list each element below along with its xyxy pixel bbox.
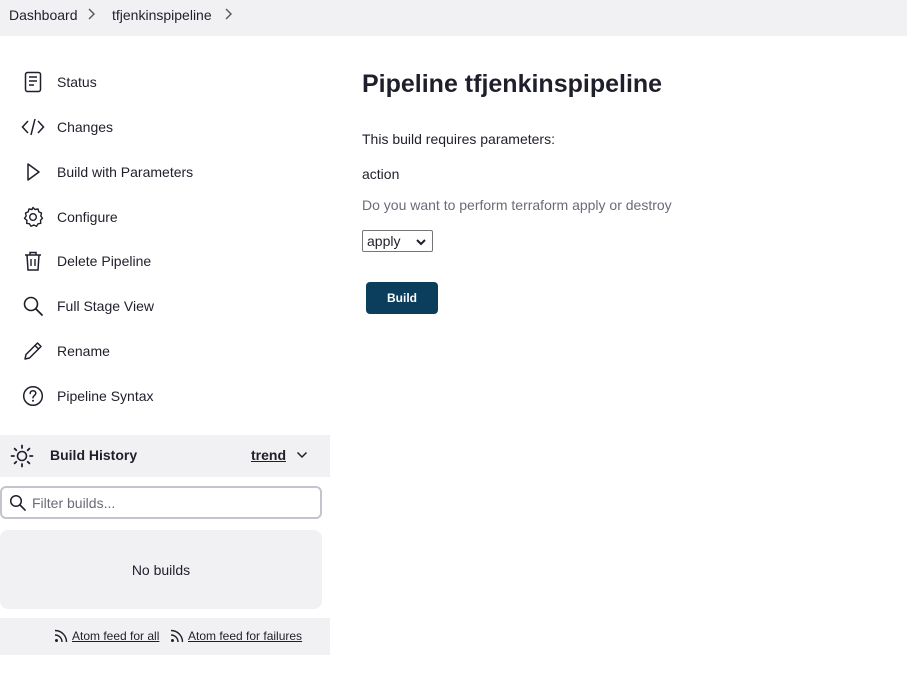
sidebar-item-label: Rename (57, 343, 110, 359)
sidebar-item-delete-pipeline[interactable]: Delete Pipeline (16, 243, 316, 279)
sidebar-item-label: Configure (57, 209, 118, 225)
breadcrumb-dashboard[interactable]: Dashboard (9, 7, 78, 23)
search-icon (9, 494, 26, 511)
sidebar-item-label: Pipeline Syntax (57, 388, 154, 404)
rss-icon (54, 629, 68, 643)
page-title: Pipeline tfjenkinspipeline (362, 70, 663, 98)
build-button[interactable]: Build (366, 282, 438, 314)
no-builds-text: No builds (131, 561, 191, 578)
chevron-right-icon[interactable] (86, 6, 98, 22)
sidebar-item-full-stage-view[interactable]: Full Stage View (16, 288, 316, 324)
breadcrumb-pipeline[interactable]: tfjenkinspipeline (112, 7, 212, 23)
atom-feed-all-link[interactable]: Atom feed for all (54, 629, 159, 643)
sidebar-item-pipeline-syntax[interactable]: Pipeline Syntax (16, 378, 316, 414)
sidebar-item-label: Changes (57, 119, 114, 135)
no-builds-panel: No builds (0, 530, 322, 609)
sidebar-item-changes[interactable]: Changes (16, 109, 316, 145)
chevron-right-icon[interactable] (223, 6, 235, 22)
params-intro-text: This build requires parameters: (362, 131, 555, 147)
trash-icon (16, 249, 50, 273)
pencil-icon (16, 339, 50, 363)
parameter-description: Do you want to perform terraform apply o… (362, 197, 672, 213)
filter-builds-input[interactable] (32, 494, 312, 511)
atom-feeds-bar: Atom feed for all Atom feed for failures (0, 618, 330, 655)
sidebar-item-label: Status (57, 74, 97, 90)
sidebar-item-label: Full Stage View (57, 298, 155, 314)
sidebar-item-label: Build with Parameters (57, 164, 194, 180)
search-icon (16, 294, 50, 318)
parameter-name: action (362, 166, 400, 182)
build-history-icon (10, 444, 34, 468)
sidebar-item-label: Delete Pipeline (57, 253, 152, 269)
breadcrumb: Dashboard tfjenkinspipeline (0, 0, 907, 36)
gear-icon (16, 205, 50, 229)
build-history-header: Build History trend (0, 435, 330, 477)
filter-builds-field[interactable] (0, 486, 322, 519)
build-history-title: Build History (50, 447, 138, 463)
action-select-value: apply (367, 233, 401, 249)
help-icon (16, 384, 50, 408)
document-icon (16, 70, 50, 94)
trend-link[interactable]: trend (251, 447, 286, 463)
sidebar-item-status[interactable]: Status (16, 64, 316, 100)
chevron-down-icon (416, 239, 426, 246)
code-icon (16, 115, 50, 139)
action-select[interactable]: apply (362, 230, 433, 252)
atom-feed-failures-link[interactable]: Atom feed for failures (170, 629, 302, 643)
play-icon (16, 160, 50, 184)
atom-feed-failures-label: Atom feed for failures (188, 629, 303, 643)
atom-feed-all-label: Atom feed for all (72, 629, 160, 643)
chevron-down-icon[interactable] (296, 449, 308, 461)
sidebar-item-rename[interactable]: Rename (16, 333, 316, 369)
sidebar-item-build-with-parameters[interactable]: Build with Parameters (16, 154, 316, 190)
sidebar-item-configure[interactable]: Configure (16, 199, 316, 235)
rss-icon (170, 629, 184, 643)
